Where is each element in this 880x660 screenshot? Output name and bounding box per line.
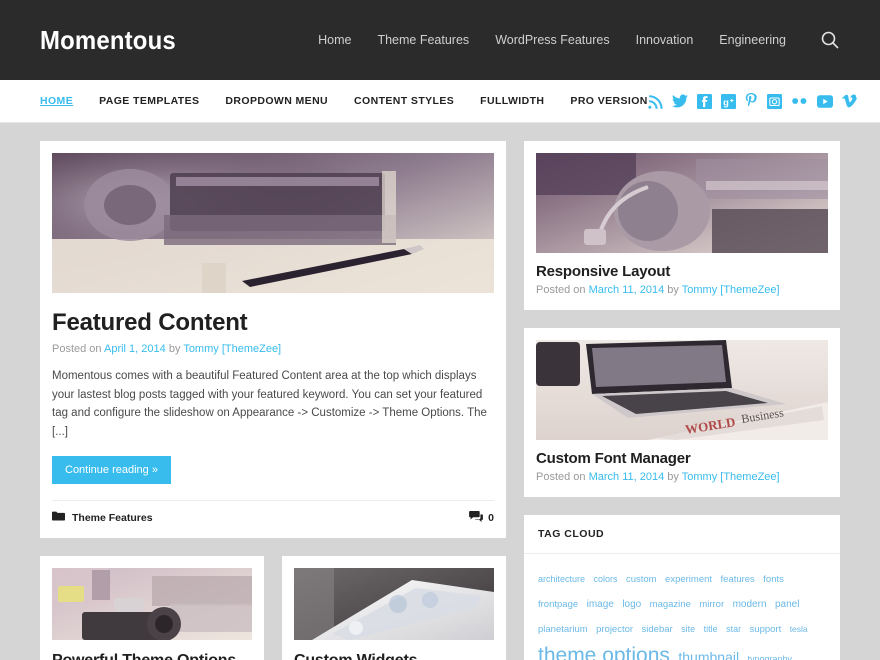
secondary-nav-item-content-styles[interactable]: CONTENT STYLES bbox=[354, 95, 454, 107]
post-image-camera[interactable] bbox=[52, 567, 252, 640]
instagram-icon[interactable] bbox=[766, 93, 782, 109]
post-date-link[interactable]: March 11, 2014 bbox=[589, 471, 665, 483]
side-post-card-responsive-layout: Responsive Layout Posted on March 11, 20… bbox=[524, 141, 840, 310]
site-title[interactable]: Momentous bbox=[40, 25, 176, 56]
nav-item-wordpress-features[interactable]: WordPress Features bbox=[495, 33, 609, 47]
tag-link[interactable]: panel bbox=[775, 599, 799, 610]
secondary-nav-item-page-templates[interactable]: PAGE TEMPLATES bbox=[99, 95, 199, 107]
tag-link[interactable]: support bbox=[750, 624, 782, 635]
tag-link[interactable]: planetarium bbox=[538, 624, 588, 635]
featured-post-card: Featured Content Posted on April 1, 2014… bbox=[40, 141, 506, 538]
featured-post-image[interactable] bbox=[52, 153, 494, 293]
post-author-link[interactable]: Tommy [ThemeZee] bbox=[183, 343, 281, 355]
pinterest-icon[interactable] bbox=[745, 93, 758, 109]
tag-link[interactable]: sidebar bbox=[642, 624, 673, 635]
tag-link[interactable]: features bbox=[720, 574, 754, 585]
side-post-meta: Posted on March 11, 2014 by Tommy [Theme… bbox=[536, 471, 828, 483]
nav-item-engineering[interactable]: Engineering bbox=[719, 33, 786, 47]
post-category-label[interactable]: Theme Features bbox=[72, 512, 153, 524]
tag-link[interactable]: architecture bbox=[538, 574, 585, 584]
side-post-image-laptop-newspaper[interactable]: WORLD Business bbox=[536, 340, 828, 440]
svg-text:g: g bbox=[723, 97, 729, 107]
tag-link[interactable]: modern bbox=[733, 599, 767, 610]
tag-link[interactable]: colors bbox=[593, 574, 617, 584]
page-content: Featured Content Posted on April 1, 2014… bbox=[0, 123, 880, 660]
site-header: Momentous Home Theme Features WordPress … bbox=[0, 0, 880, 80]
twitter-icon[interactable] bbox=[671, 93, 688, 109]
nav-item-home[interactable]: Home bbox=[318, 33, 351, 47]
post-category[interactable]: Theme Features bbox=[52, 511, 153, 525]
comment-icon bbox=[469, 510, 484, 526]
tag-link[interactable]: projector bbox=[596, 624, 633, 635]
post-date-link[interactable]: March 11, 2014 bbox=[589, 284, 665, 296]
post-card-custom-widgets: Custom Widgets Posted on March 8, 2014 b… bbox=[282, 555, 506, 660]
side-post-meta: Posted on March 11, 2014 by Tommy [Theme… bbox=[536, 284, 828, 296]
post-comments[interactable]: 0 bbox=[469, 510, 494, 526]
post-image-smartphone[interactable] bbox=[294, 567, 494, 640]
tag-cloud-list: architecture colors custom experiment fe… bbox=[538, 566, 826, 660]
widget-tag-cloud: TAG CLOUD architecture colors custom exp… bbox=[524, 515, 840, 660]
facebook-icon[interactable] bbox=[696, 93, 712, 109]
vimeo-icon[interactable] bbox=[841, 94, 857, 108]
featured-post-excerpt: Momentous comes with a beautiful Feature… bbox=[52, 370, 487, 438]
featured-post-title[interactable]: Featured Content bbox=[52, 309, 494, 337]
tag-link[interactable]: fonts bbox=[763, 574, 784, 585]
secondary-navigation-bar: HOME PAGE TEMPLATES DROPDOWN MENU CONTEN… bbox=[0, 80, 880, 123]
side-post-title[interactable]: Responsive Layout bbox=[536, 263, 828, 280]
sidebar-column: Responsive Layout Posted on March 11, 20… bbox=[524, 141, 840, 660]
tag-link[interactable]: custom bbox=[626, 574, 657, 585]
featured-post-meta: Posted on April 1, 2014 by Tommy [ThemeZ… bbox=[52, 343, 494, 355]
youtube-icon[interactable] bbox=[816, 94, 833, 108]
tag-link[interactable]: title bbox=[704, 624, 718, 634]
tag-link[interactable]: frontpage bbox=[538, 599, 578, 610]
widget-title: TAG CLOUD bbox=[524, 515, 840, 554]
social-links: g bbox=[648, 93, 857, 109]
by-label: by bbox=[667, 471, 679, 483]
bottom-posts-row: Powerful Theme Options Posted on March 2… bbox=[40, 555, 506, 660]
tag-link[interactable]: theme options bbox=[538, 644, 670, 660]
search-icon[interactable] bbox=[820, 30, 840, 50]
secondary-nav-item-home[interactable]: HOME bbox=[40, 95, 73, 107]
flickr-icon[interactable] bbox=[791, 96, 808, 106]
post-author-link[interactable]: Tommy [ThemeZee] bbox=[682, 284, 780, 296]
post-date-link[interactable]: April 1, 2014 bbox=[104, 343, 166, 355]
posted-on-label: Posted on bbox=[52, 343, 102, 355]
secondary-nav-item-pro-version[interactable]: PRO VERSION bbox=[570, 95, 647, 107]
featured-post-footer: Theme Features 0 bbox=[52, 499, 494, 526]
secondary-nav-item-dropdown-menu[interactable]: DROPDOWN MENU bbox=[225, 95, 328, 107]
post-author-link[interactable]: Tommy [ThemeZee] bbox=[682, 471, 780, 483]
secondary-navigation: HOME PAGE TEMPLATES DROPDOWN MENU CONTEN… bbox=[40, 95, 648, 107]
side-post-card-custom-font-manager: WORLD Business Custom Font Manager Poste… bbox=[524, 328, 840, 497]
side-post-image-headphones[interactable] bbox=[536, 153, 828, 253]
secondary-nav-item-fullwidth[interactable]: FULLWIDTH bbox=[480, 95, 544, 107]
side-post-title[interactable]: Custom Font Manager bbox=[536, 450, 828, 467]
by-label: by bbox=[667, 284, 679, 296]
main-column: Featured Content Posted on April 1, 2014… bbox=[40, 141, 506, 660]
tag-link[interactable]: image bbox=[587, 599, 614, 610]
posted-on-label: Posted on bbox=[536, 284, 586, 296]
by-label: by bbox=[168, 343, 181, 355]
post-title[interactable]: Custom Widgets bbox=[294, 652, 494, 660]
posted-on-label: Posted on bbox=[536, 471, 586, 483]
primary-navigation: Home Theme Features WordPress Features I… bbox=[318, 30, 840, 50]
tag-link[interactable]: typography bbox=[748, 654, 793, 660]
folder-icon bbox=[52, 511, 65, 525]
tag-link[interactable]: logo bbox=[622, 599, 641, 610]
comment-count: 0 bbox=[488, 512, 494, 524]
nav-item-innovation[interactable]: Innovation bbox=[636, 33, 694, 47]
continue-reading-button[interactable]: Continue reading » bbox=[52, 455, 171, 484]
tag-link[interactable]: tesla bbox=[790, 624, 808, 634]
tag-link[interactable]: mirror bbox=[699, 599, 724, 610]
post-card-powerful-theme-options: Powerful Theme Options Posted on March 2… bbox=[40, 555, 264, 660]
tag-link[interactable]: thumbnail bbox=[678, 649, 739, 660]
rss-icon[interactable] bbox=[648, 94, 663, 109]
tag-link[interactable]: magazine bbox=[650, 599, 691, 610]
nav-item-theme-features[interactable]: Theme Features bbox=[377, 33, 469, 47]
tag-link[interactable]: star bbox=[726, 624, 741, 634]
tag-link[interactable]: experiment bbox=[665, 574, 712, 585]
post-title[interactable]: Powerful Theme Options bbox=[52, 652, 252, 660]
tag-link[interactable]: site bbox=[681, 624, 695, 634]
googleplus-icon[interactable]: g bbox=[720, 93, 736, 109]
